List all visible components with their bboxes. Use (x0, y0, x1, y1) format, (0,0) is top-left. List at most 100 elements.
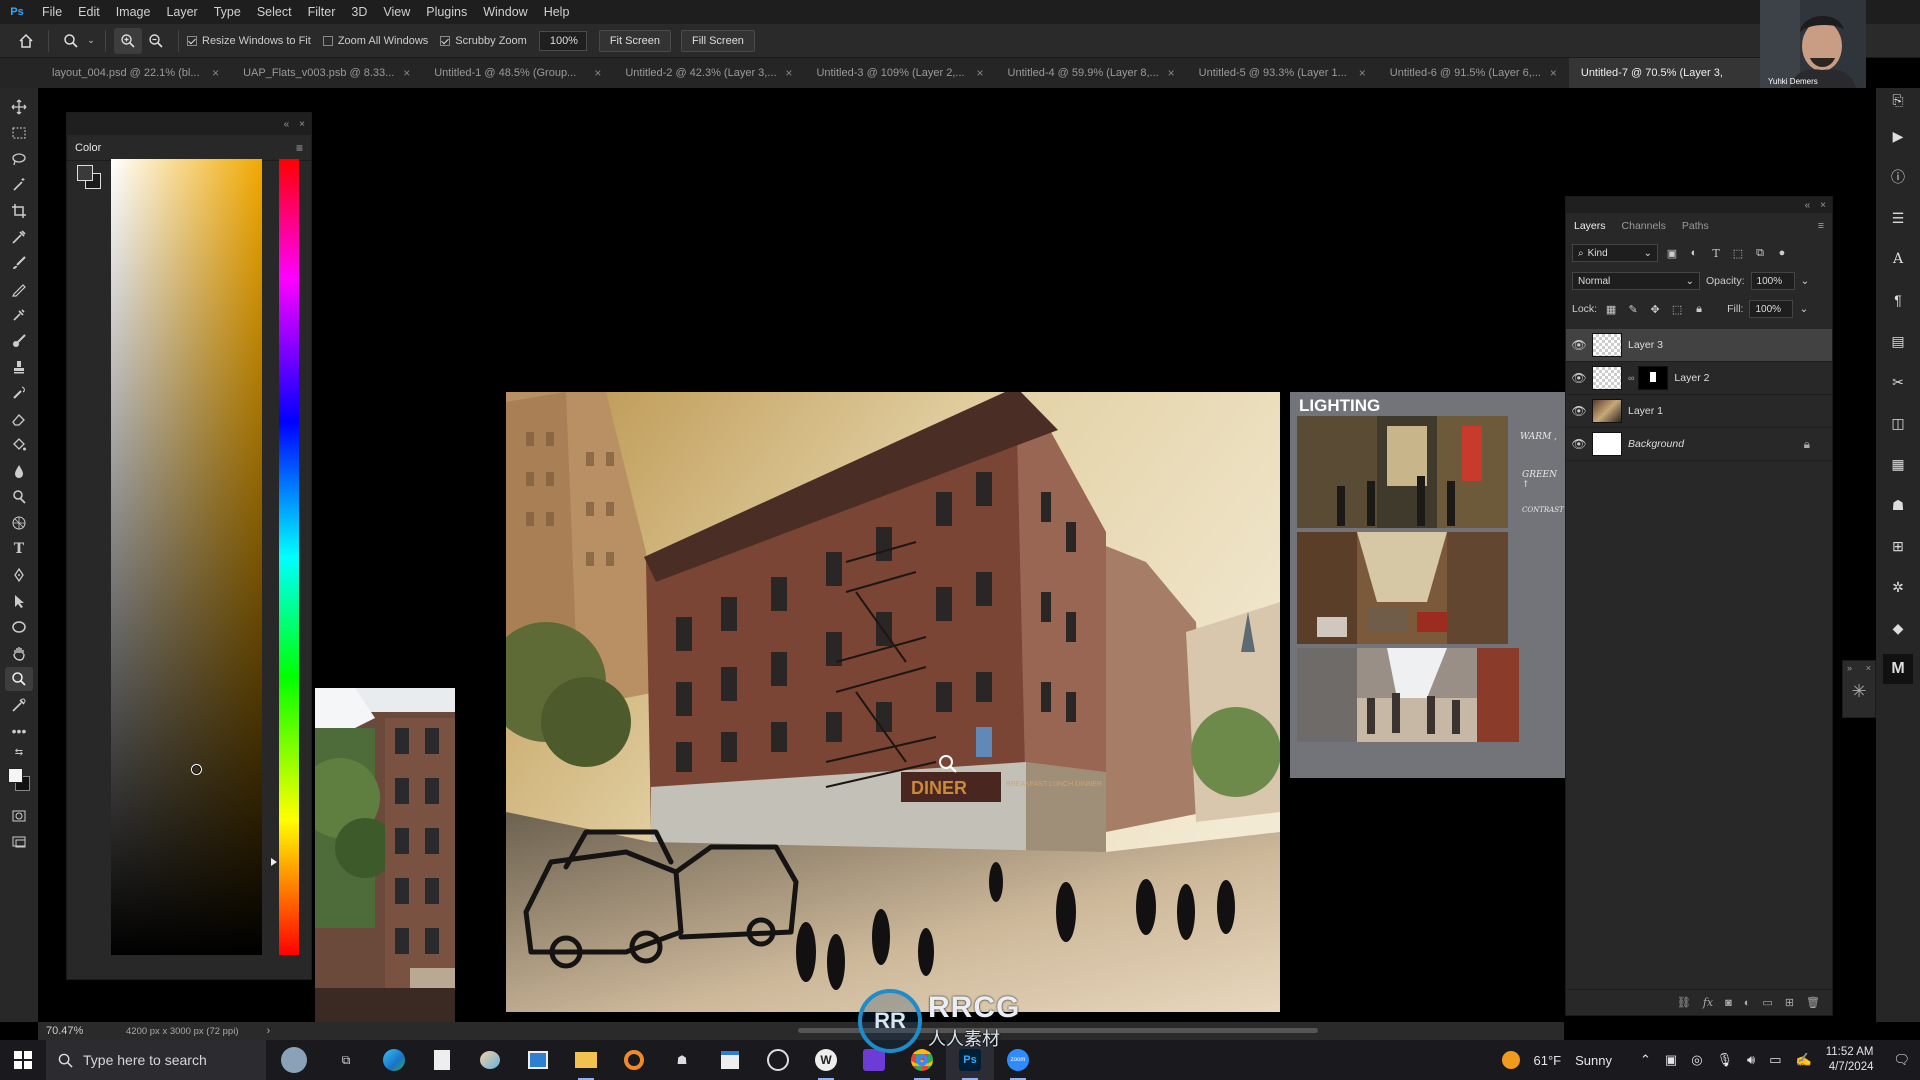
menu-view[interactable]: View (375, 5, 418, 19)
clone-stamp-tool-icon[interactable] (5, 355, 33, 379)
more-tools-icon[interactable]: ••• (5, 719, 33, 743)
close-icon[interactable]: × (785, 66, 792, 80)
layer-mask-thumbnail[interactable] (1638, 366, 1669, 390)
task-view-icon[interactable]: ⧉ (322, 1040, 370, 1080)
eye-icon[interactable]: 👁︎ (1566, 437, 1592, 451)
tab-untitled-7[interactable]: Untitled-7 @ 70.5% (Layer 3, (1568, 58, 1760, 88)
notes-icon[interactable]: ▤ (1883, 326, 1913, 356)
new-group-icon[interactable]: ▭ (1762, 996, 1772, 1009)
hue-slider[interactable] (279, 159, 299, 955)
close-icon[interactable]: × (1168, 66, 1175, 80)
cc-libraries-icon[interactable]: ☗ (1883, 490, 1913, 520)
character-icon[interactable]: A (1883, 244, 1913, 274)
libraries-icon[interactable]: ◫ (1883, 408, 1913, 438)
zoom-percent-field[interactable]: 100% (538, 30, 587, 51)
zoom-out-icon[interactable] (142, 28, 170, 54)
screen-mode-icon[interactable] (5, 830, 33, 854)
layer-row-layer-2[interactable]: 👁︎ ∞ Layer 2 (1566, 362, 1832, 395)
mixer-brush-tool-icon[interactable] (5, 303, 33, 327)
blender-icon[interactable] (610, 1040, 658, 1080)
menu-help[interactable]: Help (536, 5, 578, 19)
properties-icon[interactable]: ☰ (1883, 203, 1913, 233)
edge-browser-icon[interactable] (370, 1040, 418, 1080)
m-plugin-icon[interactable]: M (1883, 654, 1913, 684)
file-explorer-icon[interactable] (562, 1040, 610, 1080)
type-tool-icon[interactable]: T (5, 537, 33, 561)
layer-row-layer-1[interactable]: 👁︎ Layer 1 (1566, 395, 1832, 428)
eyedropper-tool-icon[interactable] (5, 225, 33, 249)
blue-app-icon[interactable] (514, 1040, 562, 1080)
smart-object-filter-icon[interactable]: ⧉ (1752, 245, 1768, 261)
tab-paths[interactable]: Paths (1682, 220, 1709, 232)
file-icon[interactable] (418, 1040, 466, 1080)
foreground-background-swatches[interactable] (5, 766, 33, 796)
close-icon[interactable]: × (1550, 66, 1557, 80)
chevron-down-icon[interactable]: ⌄ (1799, 303, 1808, 315)
plugin-icon[interactable]: ✲ (1883, 572, 1913, 602)
color-sampler-tool-icon[interactable] (5, 693, 33, 717)
diamond-plugin-icon[interactable]: ◆ (1883, 613, 1913, 643)
taskbar-clock[interactable]: 11:52 AM 4/7/2024 (1826, 1045, 1874, 1075)
volume-icon[interactable]: 🔊︎ (1747, 1052, 1755, 1068)
notifications-icon[interactable]: 🗨︎ (1893, 1052, 1910, 1068)
menu-layer[interactable]: Layer (158, 5, 205, 19)
meet-now-icon[interactable]: ◎ (1691, 1052, 1702, 1068)
eye-icon[interactable]: 👁︎ (1566, 404, 1592, 418)
eye-icon[interactable]: 👁︎ (1566, 338, 1592, 352)
swatches-icon[interactable]: ▦ (1883, 449, 1913, 479)
collapse-panel-icon[interactable]: « (1805, 200, 1811, 211)
paint-app-icon[interactable] (466, 1040, 514, 1080)
lock-all-icon[interactable]: 🔒︎ (1691, 301, 1707, 317)
tab-untitled-6[interactable]: Untitled-6 @ 91.5% (Layer 6,... × (1378, 58, 1569, 88)
trash-icon[interactable]: 🗑︎ (1806, 996, 1820, 1009)
tab-uap-flats[interactable]: UAP_Flats_v003.psb @ 8.33... × (231, 58, 422, 88)
tab-untitled-3[interactable]: Untitled-3 @ 109% (Layer 2,... × (804, 58, 995, 88)
street-painting[interactable]: DINER BREAKFAST LUNCH DINNER (506, 392, 1280, 1012)
menu-file[interactable]: File (34, 5, 70, 19)
lock-icon[interactable]: 🔒︎ (1804, 437, 1810, 452)
close-icon[interactable]: × (1866, 663, 1871, 673)
lasso-tool-icon[interactable] (5, 147, 33, 171)
windows-start-icon[interactable] (0, 1040, 46, 1080)
window-app-icon[interactable] (706, 1040, 754, 1080)
add-mask-icon[interactable]: ◙ (1725, 997, 1732, 1009)
close-icon[interactable]: × (299, 119, 305, 130)
menu-filter[interactable]: Filter (300, 5, 344, 19)
smudge-tool-icon[interactable] (5, 381, 33, 405)
tab-channels[interactable]: Channels (1622, 220, 1666, 232)
lighting-reference-board[interactable]: LIGHTING WARM , GREEN ↑ CONTRAST (1290, 392, 1566, 778)
menu-plugins[interactable]: Plugins (418, 5, 475, 19)
info-icon[interactable]: ⓘ (1883, 162, 1913, 192)
new-layer-icon[interactable]: ⊞ (1785, 996, 1794, 1009)
lock-position-icon[interactable]: ✥ (1647, 301, 1663, 317)
menu-select[interactable]: Select (249, 5, 300, 19)
blur-tool-icon[interactable] (5, 459, 33, 483)
lock-image-pixels-icon[interactable]: ✎ (1625, 301, 1641, 317)
opacity-field[interactable]: 100% (1750, 272, 1795, 290)
tab-untitled-2[interactable]: Untitled-2 @ 42.3% (Layer 3,... × (613, 58, 804, 88)
type-filter-icon[interactable]: T (1708, 245, 1724, 261)
lock-transparent-pixels-icon[interactable]: ▦ (1603, 301, 1619, 317)
close-icon[interactable]: × (212, 66, 219, 80)
close-icon[interactable]: × (594, 66, 601, 80)
pencil-tool-icon[interactable] (5, 277, 33, 301)
tab-untitled-4[interactable]: Untitled-4 @ 59.9% (Layer 8,... × (996, 58, 1187, 88)
close-icon[interactable]: × (403, 66, 410, 80)
chevron-down-icon[interactable]: ⌄ (85, 28, 97, 54)
zoom-all-windows-checkbox[interactable]: Zoom All Windows (322, 35, 428, 47)
adjustment-layer-icon[interactable]: ◐ (1744, 997, 1751, 1009)
color-panel-foreground-swatch[interactable] (77, 165, 93, 181)
lock-artboard-icon[interactable]: ⬚ (1669, 301, 1685, 317)
taskbar-search-box[interactable]: Type here to search (46, 1040, 266, 1080)
paint-bucket-tool-icon[interactable] (5, 433, 33, 457)
table-icon[interactable]: ⊞ (1883, 531, 1913, 561)
eye-icon[interactable]: 👁︎ (1566, 371, 1592, 385)
tab-layers[interactable]: Layers (1574, 220, 1606, 232)
saturation-brightness-field[interactable] (111, 159, 262, 955)
close-icon[interactable]: × (977, 66, 984, 80)
play-actions-icon[interactable]: ▶ (1883, 121, 1913, 151)
panel-menu-icon[interactable]: ≡ (1818, 220, 1824, 232)
resize-windows-checkbox[interactable]: Resize Windows to Fit (187, 35, 311, 47)
pen-menu-icon[interactable]: ✍ (1796, 1052, 1812, 1068)
swap-colors-icon[interactable]: ⇆ (5, 745, 33, 759)
